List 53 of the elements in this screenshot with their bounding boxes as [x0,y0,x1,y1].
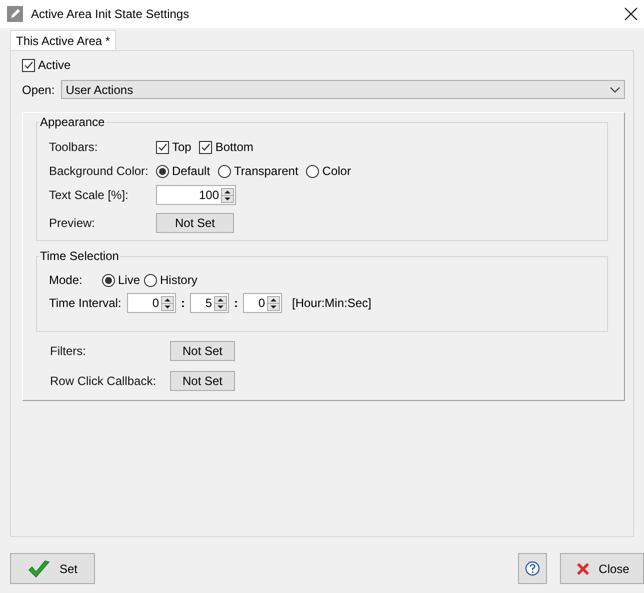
spinner-arrows[interactable] [221,188,234,202]
close-icon[interactable] [624,7,638,21]
field-label: Toolbars: [49,140,99,154]
spinner-arrows[interactable] [161,296,174,311]
group-title: Time Selection [39,249,120,264]
tab[interactable]: This Active Area * [10,30,116,50]
radio-label: Default [172,164,210,178]
window-title: Active Area Init State Settings [31,7,190,21]
radio-label: Live [118,273,140,288]
help-button[interactable] [518,553,547,584]
set-button[interactable]: Set [10,553,95,584]
field-label: Filters: [50,344,87,358]
field-label: Mode: [49,273,84,288]
spinner-arrows[interactable] [267,296,280,311]
checkbox[interactable] [22,58,35,72]
radio-label: History [160,273,198,288]
spin-field[interactable]: 0 [127,293,176,314]
help-icon [525,561,540,576]
spin-field[interactable]: 5 [190,293,229,314]
checkbox[interactable] [199,140,212,154]
checkmark-icon [27,558,52,578]
x-icon [574,560,591,576]
field-label: Open: [22,82,55,96]
spin-field[interactable]: 100 [156,185,236,205]
radio-button[interactable] [218,164,232,178]
callback-button[interactable]: Not Set [170,371,235,391]
pencil-icon [7,6,23,22]
group-title: Appearance [39,115,106,129]
spinner-arrows[interactable] [214,296,227,311]
checkbox-label: Bottom [215,140,254,154]
radio-button[interactable] [156,164,169,178]
checkbox-label: Active [38,58,71,72]
field-label: Time Interval: [49,296,122,310]
radio-button[interactable] [144,274,158,287]
spin-field[interactable]: 0 [243,293,282,314]
checkbox[interactable] [156,140,169,154]
separator: : [181,296,185,310]
radio-button[interactable] [306,164,320,178]
radio-label: Color [322,164,351,178]
field-label: Background Color: [49,164,150,178]
chevron-down-icon [610,86,620,92]
checkbox-label: Top [172,140,192,154]
field-label: Text Scale [%]: [49,188,130,202]
radio-label: Transparent [234,164,298,178]
radio-button[interactable] [102,274,115,287]
preview-button[interactable]: Not Set [156,213,234,233]
unit-label: [Hour:Min:Sec] [292,296,372,310]
field-label: Row Click Callback: [50,374,158,388]
field-label: Preview: [49,216,96,230]
separator: : [234,296,238,310]
close-button[interactable]: Close [560,553,644,584]
filters-button[interactable]: Not Set [170,341,235,361]
dropdown[interactable]: User Actions [60,80,625,99]
